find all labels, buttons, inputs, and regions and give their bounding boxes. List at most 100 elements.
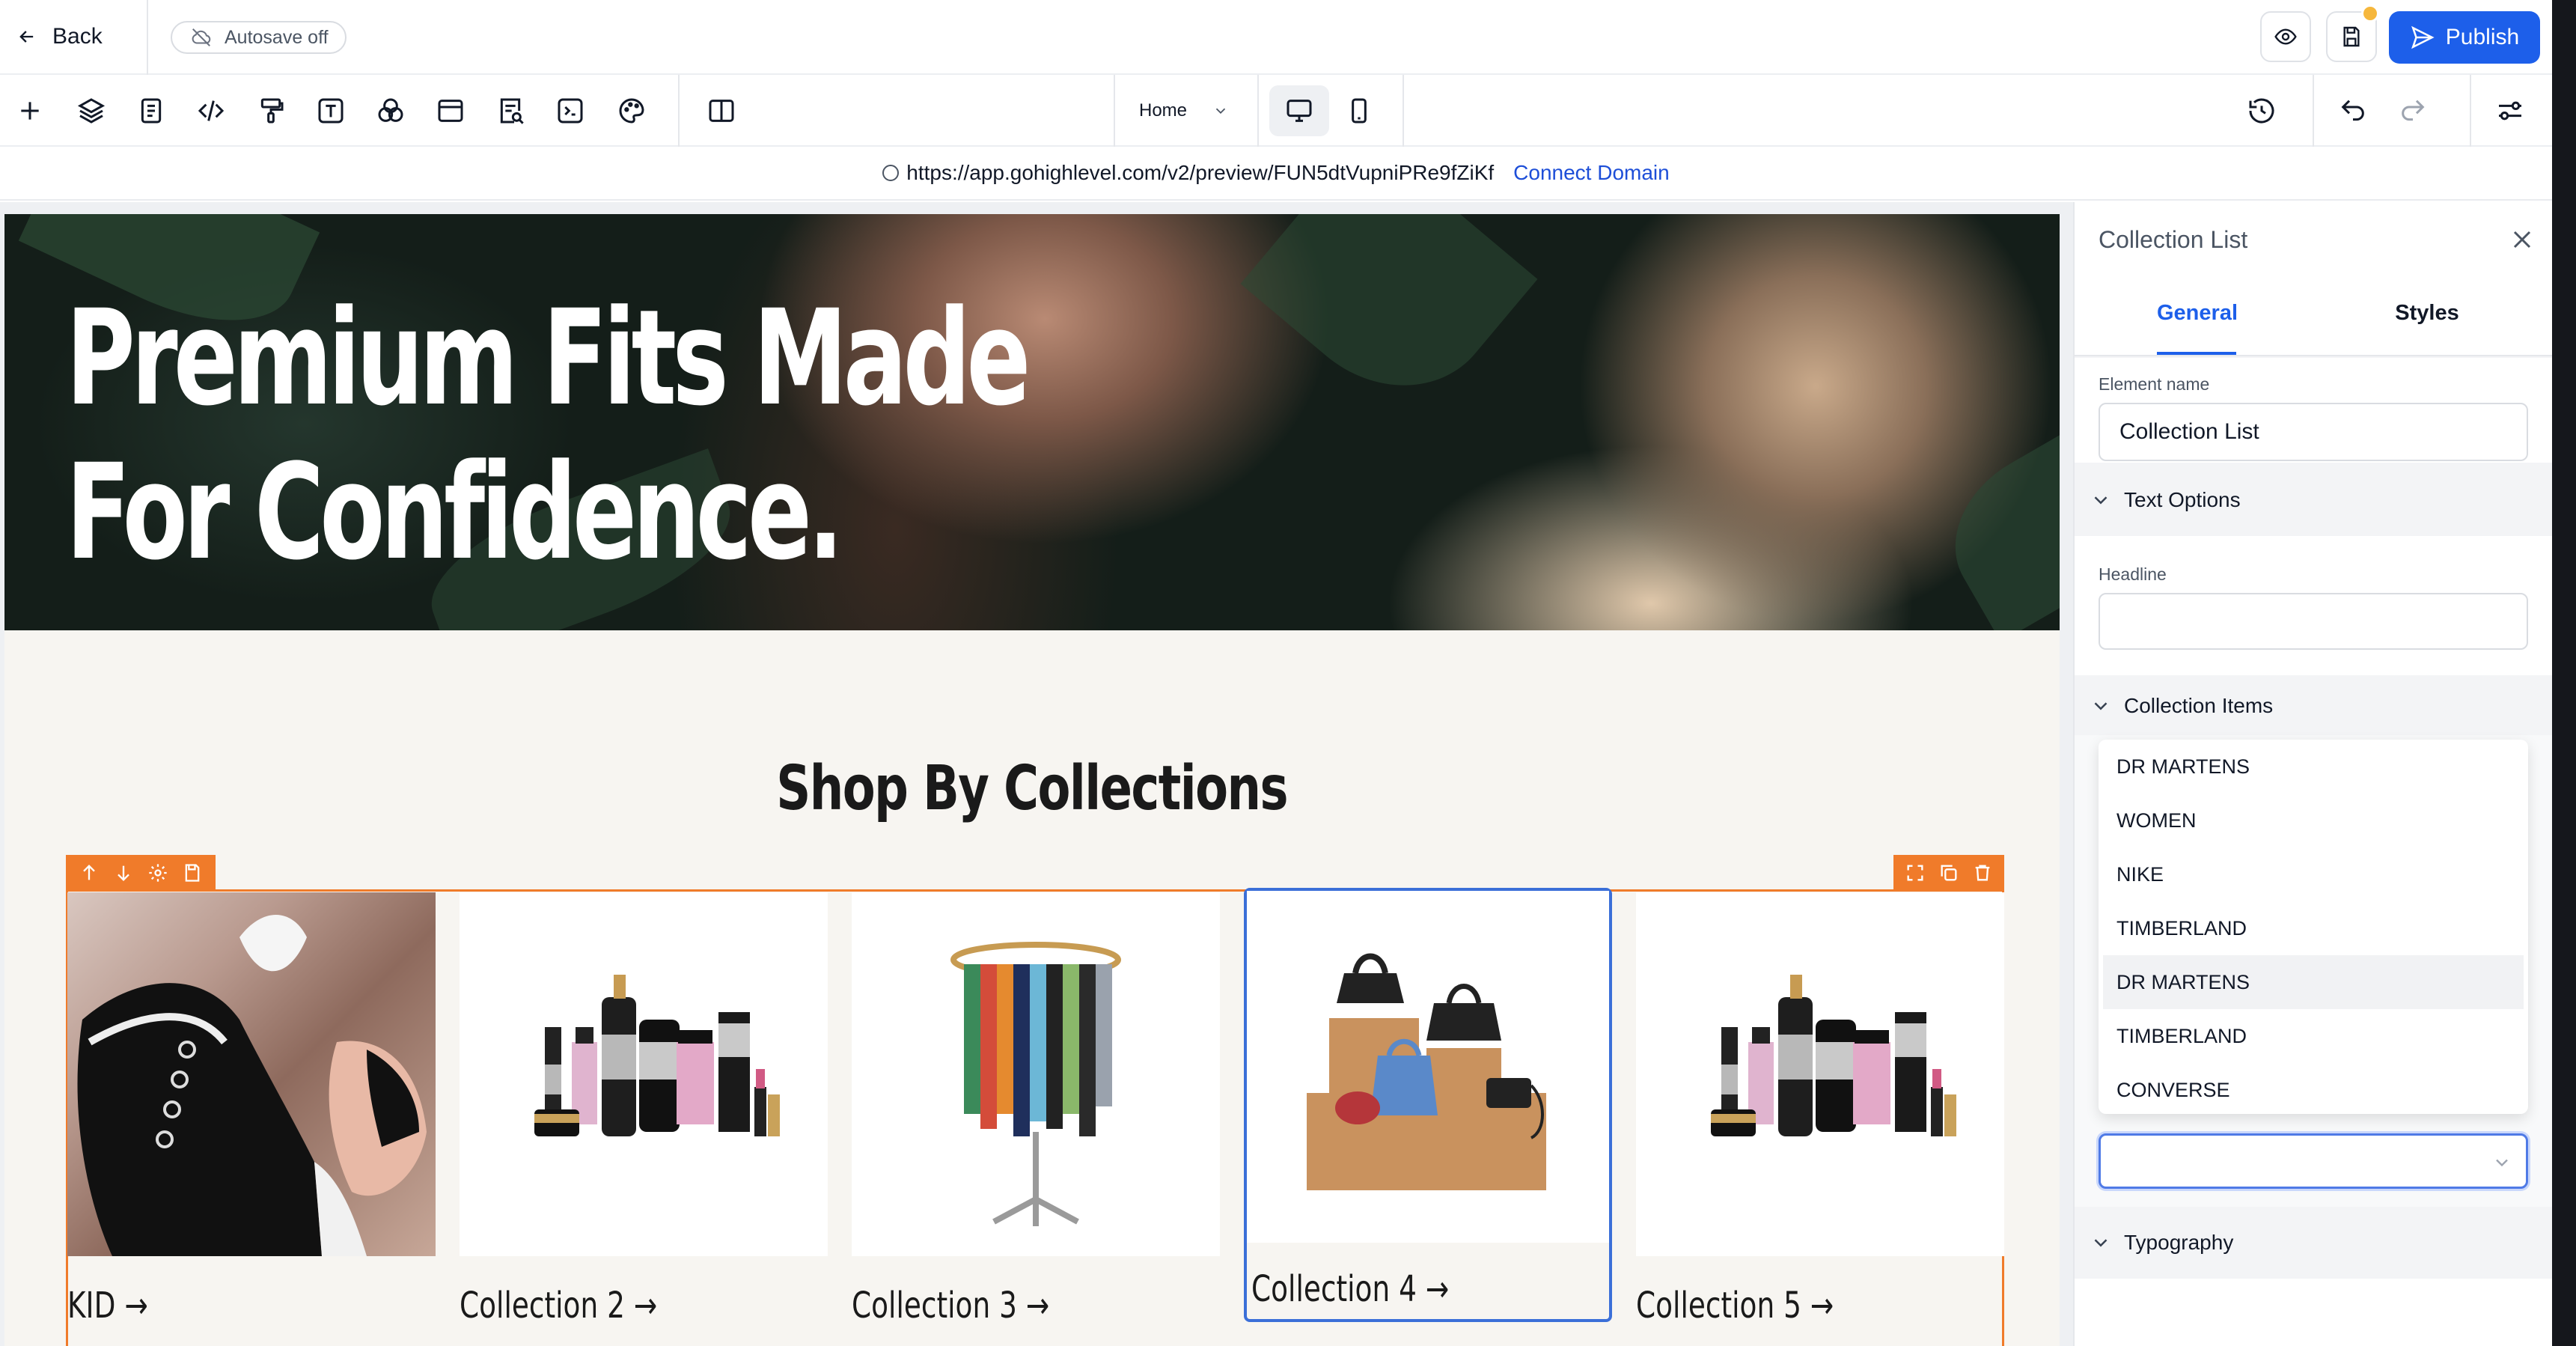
chevron-down-icon	[2496, 1159, 2508, 1167]
gear-icon[interactable]	[147, 862, 168, 883]
plus-icon	[21, 102, 39, 120]
preview-url[interactable]: https://app.gohighlevel.com/v2/preview/F…	[882, 161, 1494, 185]
globe-icon	[882, 165, 900, 181]
typography-header[interactable]: Typography	[2075, 1207, 2552, 1279]
collection-card[interactable]: KID →	[67, 892, 436, 1327]
divider	[2470, 75, 2471, 147]
paint-roller-icon	[260, 98, 284, 124]
text-options-header[interactable]: Text Options	[2075, 464, 2552, 536]
preview-button[interactable]	[2260, 11, 2311, 62]
collection-card[interactable]: Collection 2 →	[460, 892, 828, 1327]
close-panel-button[interactable]	[2507, 225, 2537, 255]
dropdown-option[interactable]: WOMEN	[2099, 794, 2528, 847]
page-selector[interactable]: Home	[1139, 96, 1229, 126]
chevron-down-icon	[2094, 1239, 2108, 1247]
pages-button[interactable]	[132, 91, 171, 130]
chevron-down-icon	[1215, 108, 1226, 115]
cloud-off-icon	[192, 28, 211, 46]
trash-icon[interactable]	[1972, 862, 1993, 883]
collection-select[interactable]	[2099, 1133, 2528, 1189]
back-button[interactable]: Back	[16, 19, 103, 54]
dropdown-option[interactable]: CONVERSE	[2099, 1063, 2528, 1114]
dropdown-option[interactable]: DR MARTENS	[2099, 740, 2528, 794]
collection-items-header[interactable]: Collection Items	[2075, 677, 2552, 735]
form-search-icon	[500, 98, 524, 124]
collection-image	[852, 892, 1220, 1256]
collection-image	[1247, 891, 1609, 1243]
collection-label[interactable]: Collection 2 →	[460, 1285, 828, 1327]
save-icon[interactable]	[182, 862, 203, 883]
history-button[interactable]	[2242, 91, 2281, 130]
history-icon	[2249, 98, 2274, 124]
custom-code-button[interactable]	[192, 91, 231, 130]
element-toolbar-left	[66, 855, 216, 891]
collection-image	[460, 892, 828, 1256]
theme-button[interactable]	[612, 91, 651, 130]
expand-icon[interactable]	[1905, 862, 1926, 883]
hero-headline-line-1: Premium Fits Made	[66, 281, 1031, 435]
collection-dropdown-menu: DR MARTENS WOMEN NIKE TIMBERLAND DR MART…	[2099, 740, 2528, 1114]
leaf-shape	[1240, 214, 1538, 429]
collection-card[interactable]: Collection 5 →	[1636, 892, 2004, 1327]
chevron-down-icon	[2094, 496, 2108, 505]
close-icon	[2513, 231, 2531, 249]
collection-card[interactable]: Collection 3 →	[852, 892, 1220, 1327]
settings-toggle-button[interactable]	[2491, 91, 2530, 130]
cosmetics-image	[1711, 975, 1956, 1136]
headline-label: Headline	[2099, 564, 2167, 584]
collection-label[interactable]: KID →	[67, 1285, 436, 1327]
element-toolbar-right	[1893, 855, 2004, 891]
redo-button[interactable]	[2393, 91, 2432, 130]
collection-label[interactable]: Collection 5 →	[1636, 1285, 2004, 1327]
headline-input[interactable]	[2099, 593, 2528, 650]
dropdown-option[interactable]: TIMBERLAND	[2099, 1009, 2528, 1063]
collection-image	[1636, 892, 2004, 1256]
cosmetics-image	[534, 975, 780, 1136]
desktop-view-button[interactable]	[1269, 85, 1329, 136]
document-icon	[141, 98, 162, 124]
forms-button[interactable]	[491, 91, 530, 130]
divider	[147, 0, 148, 75]
collection-image	[67, 892, 436, 1256]
collection-label[interactable]: Collection 4 →	[1247, 1268, 1609, 1310]
terminal-icon	[558, 98, 583, 124]
back-label: Back	[52, 24, 103, 49]
copy-icon[interactable]	[1938, 862, 1959, 883]
components-icon	[378, 98, 403, 122]
undo-button[interactable]	[2334, 91, 2372, 130]
components-button[interactable]	[371, 91, 410, 130]
sections-button[interactable]	[431, 91, 470, 130]
dropdown-option-hovered[interactable]: DR MARTENS	[2103, 955, 2524, 1009]
dropdown-option[interactable]: NIKE	[2099, 847, 2528, 901]
divider	[1114, 75, 1115, 147]
undo-icon	[2341, 100, 2364, 121]
layers-button[interactable]	[72, 91, 111, 130]
mobile-view-button[interactable]	[1329, 85, 1389, 136]
arrow-up-icon[interactable]	[79, 862, 100, 883]
collection-card-selected[interactable]: Collection 4 →	[1244, 888, 1612, 1322]
collection-label[interactable]: Collection 3 →	[852, 1285, 1220, 1327]
bags-image	[1307, 953, 1546, 1190]
text-button[interactable]	[311, 91, 350, 130]
arrow-down-icon[interactable]	[113, 862, 134, 883]
dropdown-option[interactable]: TIMBERLAND	[2099, 901, 2528, 955]
text-icon	[318, 98, 344, 124]
clothing-rack-image	[950, 942, 1121, 1226]
palette-icon	[619, 98, 644, 124]
eye-icon	[2274, 28, 2297, 45]
hero-headline-line-2: For Confidence.	[66, 436, 843, 589]
autosave-toggle[interactable]: Autosave off	[171, 21, 347, 54]
tab-styles[interactable]: Styles	[2386, 301, 2468, 355]
element-name-input[interactable]: Collection List	[2099, 403, 2528, 461]
section-heading-text: Shop By Collections	[776, 753, 1289, 824]
tab-general[interactable]: General	[2157, 301, 2238, 355]
split-view-button[interactable]	[702, 91, 741, 130]
connect-domain-link[interactable]: Connect Domain	[1513, 161, 1670, 185]
scripts-button[interactable]	[551, 91, 590, 130]
divider	[1257, 75, 1259, 147]
paint-button[interactable]	[251, 91, 290, 130]
add-element-button[interactable]	[10, 91, 49, 130]
publish-button[interactable]: Publish	[2389, 11, 2540, 64]
hero-section[interactable]: Premium Fits Made For Confidence.	[4, 214, 2060, 630]
split-view-icon	[709, 100, 734, 122]
